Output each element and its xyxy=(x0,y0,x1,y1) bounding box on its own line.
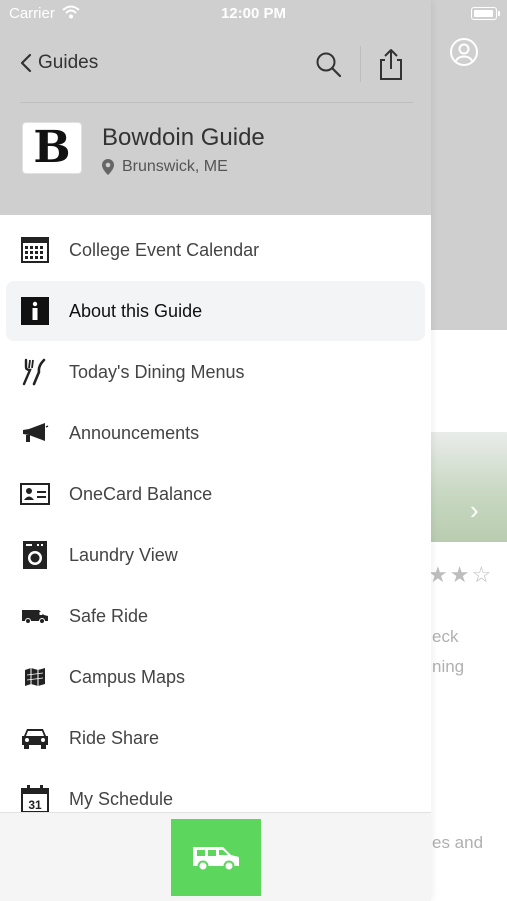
chevron-right-icon[interactable]: › xyxy=(470,495,479,526)
menu-item-label: Campus Maps xyxy=(69,666,186,687)
back-label: Guides xyxy=(38,52,99,73)
safe-ride-quick-button[interactable] xyxy=(171,819,261,896)
menu-item-label: Ride Share xyxy=(69,727,160,748)
id-card-icon xyxy=(20,479,50,509)
guide-logo: B xyxy=(22,122,82,174)
side-drawer: Guides B Bowdoin Guide Brunswick, ME Col… xyxy=(0,0,431,901)
info-icon xyxy=(20,296,50,326)
guide-title: Bowdoin Guide xyxy=(102,124,265,151)
nav-divider xyxy=(360,46,361,82)
profile-icon[interactable] xyxy=(449,37,479,67)
chevron-left-icon xyxy=(20,53,32,73)
status-time: 12:00 PM xyxy=(220,5,287,22)
back-button[interactable]: Guides xyxy=(20,52,98,74)
menu-item-about-this-guide[interactable]: About this Guide xyxy=(6,281,425,341)
menu-item-label: Safe Ride xyxy=(69,605,149,626)
menu-item-onecard-balance[interactable]: OneCard Balance xyxy=(6,464,425,524)
menu-item-label: College Event Calendar xyxy=(69,239,260,260)
share-icon[interactable] xyxy=(376,47,406,81)
car-icon xyxy=(20,723,50,753)
van-icon xyxy=(193,846,239,871)
megaphone-icon xyxy=(20,418,50,448)
map-icon xyxy=(20,662,50,692)
drawer-header: Guides B Bowdoin Guide Brunswick, ME xyxy=(0,0,431,215)
header-divider xyxy=(20,102,413,103)
menu-item-label: Today's Dining Menus xyxy=(69,361,245,382)
nav-bar: Guides xyxy=(0,40,431,90)
menu-item-label: OneCard Balance xyxy=(69,483,213,504)
menu-item-campus-maps[interactable]: Campus Maps xyxy=(6,647,425,707)
search-icon[interactable] xyxy=(314,50,344,80)
guide-logo-letter: B xyxy=(33,122,71,173)
calendar-day-number: 31 xyxy=(28,798,42,812)
menu-item-safe-ride[interactable]: Safe Ride xyxy=(6,586,425,646)
washing-machine-icon xyxy=(20,540,50,570)
status-bar: Carrier 12:00 PM xyxy=(0,0,507,28)
menu-item-todays-dining-menus[interactable]: Today's Dining Menus xyxy=(6,342,425,402)
background-photo xyxy=(430,432,507,542)
menu-item-laundry-view[interactable]: Laundry View xyxy=(6,525,425,585)
menu-item-label: Laundry View xyxy=(69,544,178,565)
menu-item-announcements[interactable]: Announcements xyxy=(6,403,425,463)
menu-item-college-event-calendar[interactable]: College Event Calendar xyxy=(6,220,425,280)
rating-stars: ★★☆ xyxy=(428,562,494,587)
calendar-day-icon: 31 xyxy=(20,784,50,814)
van-icon xyxy=(20,601,50,631)
menu-item-label: My Schedule xyxy=(69,788,174,809)
menu-item-label: Announcements xyxy=(69,422,200,443)
battery-icon xyxy=(471,7,500,20)
menu-item-ride-share[interactable]: Ride Share xyxy=(6,708,425,768)
bottom-toolbar xyxy=(0,812,431,901)
background-text: es and xyxy=(432,833,484,852)
guide-location: Brunswick, ME xyxy=(102,158,228,176)
menu-item-label: About this Guide xyxy=(69,300,203,321)
background-text: eck xyxy=(432,627,459,646)
fork-knife-icon xyxy=(20,357,50,387)
location-pin-icon xyxy=(102,159,114,175)
background-text: ning xyxy=(432,657,465,676)
calendar-grid-icon xyxy=(20,235,50,265)
guide-location-text: Brunswick, ME xyxy=(122,158,228,175)
